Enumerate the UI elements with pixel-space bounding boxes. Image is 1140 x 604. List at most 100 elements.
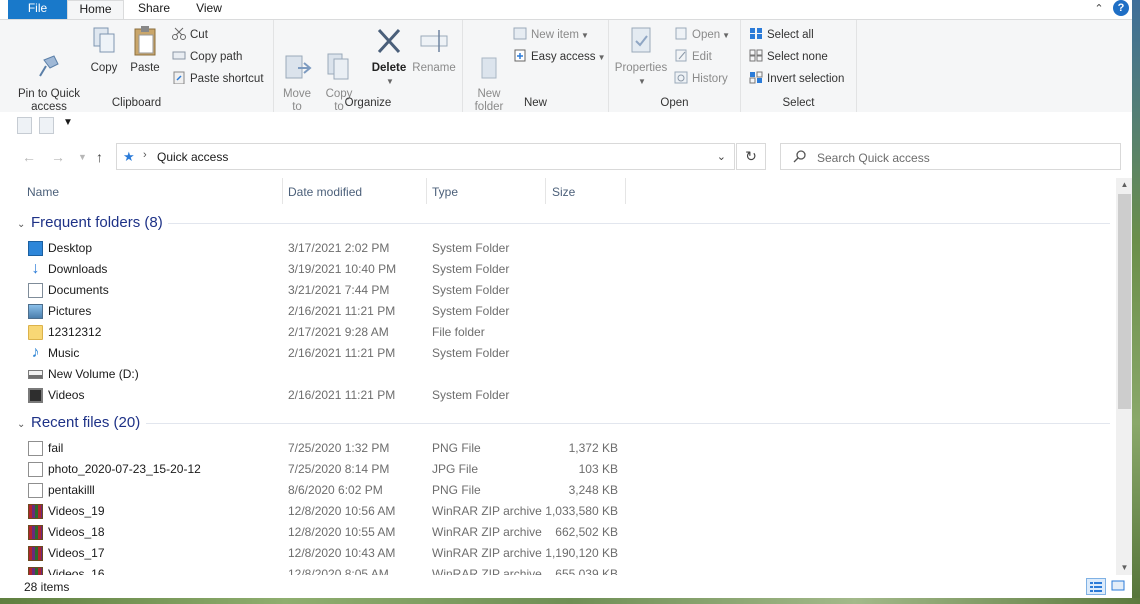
details-view-icon[interactable] bbox=[1086, 578, 1106, 595]
status-bar: 28 items bbox=[0, 575, 1132, 598]
item-date-modified: 2/16/2021 11:21 PM bbox=[288, 304, 396, 318]
move-to-icon bbox=[282, 37, 312, 79]
invert-selection-button[interactable]: Invert selection bbox=[749, 70, 844, 88]
group-title: Recent files (20) bbox=[31, 414, 141, 431]
list-item[interactable]: Pictures 2/16/2021 11:21 PM System Folder bbox=[20, 301, 620, 322]
breadcrumb-chevron-icon[interactable]: › bbox=[143, 149, 147, 161]
cut-button[interactable]: Cut bbox=[172, 26, 208, 44]
easy-access-button[interactable]: Easy access ▼ bbox=[513, 48, 605, 66]
group-header-frequent-folders[interactable]: ⌄ Frequent folders (8) bbox=[17, 213, 163, 233]
large-icons-view-icon[interactable] bbox=[1109, 578, 1129, 595]
rename-button[interactable]: Rename bbox=[412, 24, 456, 75]
paste-shortcut-label: Paste shortcut bbox=[190, 73, 264, 85]
copy-icon bbox=[89, 24, 119, 58]
column-header-type[interactable]: Type bbox=[432, 178, 458, 206]
item-type: System Folder bbox=[432, 304, 510, 318]
scroll-down-arrow-icon[interactable]: ▼ bbox=[1116, 561, 1132, 575]
new-folder-quick-icon[interactable] bbox=[39, 117, 54, 134]
open-button[interactable]: Open ▼ bbox=[674, 26, 730, 44]
list-item[interactable]: 12312312 2/17/2021 9:28 AM File folder bbox=[20, 322, 620, 343]
edit-button[interactable]: Edit bbox=[674, 48, 712, 66]
select-all-button[interactable]: Select all bbox=[749, 26, 814, 44]
list-item[interactable]: Videos_18 12/8/2020 10:55 AM WinRAR ZIP ar… bbox=[20, 522, 620, 543]
desktop-wallpaper-bottom bbox=[0, 598, 1140, 604]
new-item-button[interactable]: New item ▼ bbox=[513, 26, 589, 44]
item-date-modified: 2/16/2021 11:21 PM bbox=[288, 346, 396, 360]
tab-share[interactable]: Share bbox=[128, 0, 180, 19]
column-divider[interactable] bbox=[545, 178, 546, 204]
group-header-recent-files[interactable]: ⌄ Recent files (20) bbox=[17, 413, 140, 433]
list-item[interactable]: New Volume (D:) bbox=[20, 364, 620, 385]
collapse-chevron-icon[interactable]: ⌄ bbox=[17, 215, 31, 235]
refresh-icon[interactable]: ↻ bbox=[736, 143, 766, 170]
list-item[interactable]: Videos_17 12/8/2020 10:43 AM WinRAR ZIP ar… bbox=[20, 543, 620, 564]
list-item[interactable]: ♪ Music 2/16/2021 11:21 PM System Folder bbox=[20, 343, 620, 364]
column-divider[interactable] bbox=[625, 178, 626, 204]
item-size: 1,033,580 KB bbox=[545, 504, 618, 518]
paste-shortcut-icon bbox=[172, 71, 186, 85]
column-header-name[interactable]: Name bbox=[27, 178, 59, 206]
up-arrow-icon[interactable]: ↑ bbox=[96, 149, 103, 165]
list-item[interactable]: pentakilll 8/6/2020 6:02 PM PNG File 3,248 … bbox=[20, 480, 620, 501]
collapse-chevron-icon[interactable]: ⌄ bbox=[17, 415, 31, 435]
tab-file[interactable]: File bbox=[8, 0, 67, 19]
column-header-date-modified[interactable]: Date modified bbox=[288, 178, 362, 206]
item-name: New Volume (D:) bbox=[48, 367, 139, 381]
copy-path-button[interactable]: Copy path bbox=[172, 48, 242, 66]
help-icon[interactable]: ? bbox=[1113, 0, 1129, 16]
item-date-modified: 3/17/2021 2:02 PM bbox=[288, 241, 390, 255]
scroll-up-arrow-icon[interactable]: ▲ bbox=[1116, 178, 1132, 192]
copy-button[interactable]: Copy bbox=[88, 24, 120, 75]
delete-x-icon bbox=[374, 24, 404, 58]
tab-home[interactable]: Home bbox=[67, 0, 124, 20]
recent-locations-chevron-icon[interactable]: ▼ bbox=[78, 152, 87, 162]
back-arrow-icon[interactable]: ← bbox=[22, 149, 36, 165]
forward-arrow-icon[interactable]: → bbox=[51, 149, 65, 165]
search-input[interactable] bbox=[815, 148, 1109, 167]
delete-dropdown-arrow-icon[interactable]: ▼ bbox=[373, 75, 407, 88]
customize-toolbar-dropdown-icon[interactable]: ▼ bbox=[63, 117, 73, 128]
delete-button[interactable]: Delete ▼ bbox=[371, 24, 407, 88]
select-none-button[interactable]: Select none bbox=[749, 48, 828, 66]
item-date-modified: 7/25/2020 8:14 PM bbox=[288, 462, 390, 476]
downloads-icon: ↓ bbox=[31, 260, 40, 277]
properties-button[interactable]: Properties ▼ bbox=[613, 24, 669, 88]
list-item[interactable]: ↓ Downloads 3/19/2021 10:40 PM System Folde… bbox=[20, 259, 620, 280]
pin-icon bbox=[34, 37, 64, 77]
item-type: System Folder bbox=[432, 283, 510, 297]
list-item[interactable]: Documents 3/21/2021 7:44 PM System Folder bbox=[20, 280, 620, 301]
list-item[interactable]: Videos 2/16/2021 11:21 PM System Folder bbox=[20, 385, 620, 406]
column-header-size[interactable]: Size bbox=[552, 178, 575, 206]
search-box[interactable] bbox=[780, 143, 1121, 170]
list-item[interactable]: photo_2020-07-23_15-20-12 7/25/2020 8:14 … bbox=[20, 459, 620, 480]
address-bar[interactable]: ★ › Quick access ⌄ bbox=[116, 143, 735, 170]
item-name: Desktop bbox=[48, 241, 93, 255]
new-folder-icon bbox=[474, 37, 504, 79]
item-type: File folder bbox=[432, 325, 485, 339]
column-divider[interactable] bbox=[282, 178, 283, 204]
properties-icon bbox=[626, 24, 656, 58]
history-button[interactable]: History bbox=[674, 70, 728, 88]
list-item[interactable]: Videos_19 12/8/2020 10:56 AM WinRAR ZIP ar… bbox=[20, 501, 620, 522]
column-divider[interactable] bbox=[426, 178, 427, 204]
quick-access-star-icon: ★ bbox=[123, 149, 135, 164]
list-item[interactable]: fail 7/25/2020 1:32 PM PNG File 1,372 KB bbox=[20, 438, 620, 459]
list-item[interactable]: Desktop 3/17/2021 2:02 PM System Folder bbox=[20, 238, 620, 259]
paste-label: Paste bbox=[130, 62, 160, 74]
drive-icon bbox=[28, 370, 43, 379]
vertical-scrollbar[interactable]: ▲ ▼ bbox=[1116, 178, 1132, 575]
paste-shortcut-button[interactable]: Paste shortcut bbox=[172, 70, 264, 88]
open-dropdown-icon: ▼ bbox=[722, 31, 731, 40]
item-date-modified: 12/8/2020 10:43 AM bbox=[288, 546, 396, 560]
scrollbar-thumb[interactable] bbox=[1118, 194, 1131, 409]
properties-quick-icon[interactable] bbox=[17, 117, 32, 134]
tab-view[interactable]: View bbox=[186, 0, 232, 19]
item-name: Videos_17 bbox=[48, 546, 105, 560]
minimize-ribbon-chevron-icon[interactable]: ⌃ bbox=[1092, 2, 1106, 16]
item-name: fail bbox=[48, 441, 64, 455]
item-size: 103 KB bbox=[578, 462, 618, 476]
item-date-modified: 2/17/2021 9:28 AM bbox=[288, 325, 389, 339]
png-file-icon bbox=[28, 483, 43, 498]
paste-button[interactable]: Paste bbox=[128, 24, 162, 75]
address-dropdown-chevron-icon[interactable]: ⌄ bbox=[717, 150, 726, 163]
